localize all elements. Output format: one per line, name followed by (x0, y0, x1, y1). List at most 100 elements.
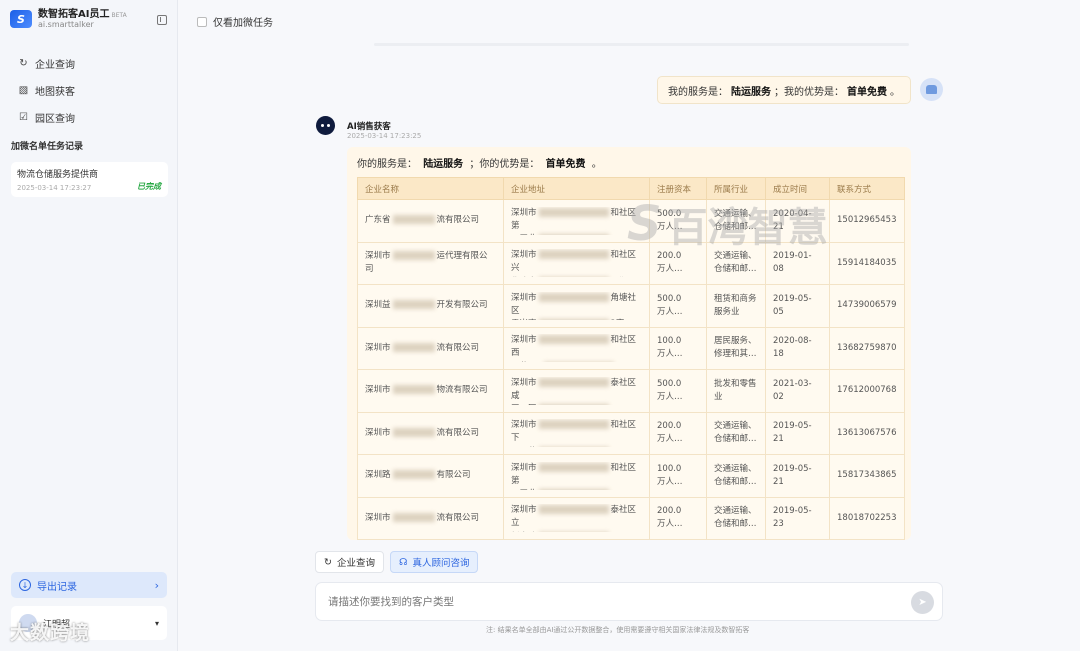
capital-cell: 200.0 万人… (649, 411, 707, 455)
refresh-icon: ↻ (324, 556, 332, 568)
quick-label: 企业查询 (336, 558, 375, 569)
company-name-part: 深圳市 (365, 251, 391, 262)
industry-part: 服务业 (714, 306, 740, 317)
chat-main: 仅看加微任务 我的服务是： 陆运服务 ；我的优势是： 首单免费 。 AI销售获客… (179, 0, 1080, 651)
export-records-button[interactable]: ↓ 导出记录 › (11, 572, 167, 598)
company-name-cell[interactable]: 深圳市 运代理有限公司 (357, 241, 504, 285)
redacted-mask (392, 342, 435, 352)
sidebar-item-company-query[interactable]: ↻ 企业查询 (18, 50, 75, 77)
msg-text: 。 (591, 159, 602, 170)
phone-cell[interactable]: 13613067576 (829, 411, 905, 455)
redacted-mask (392, 470, 435, 480)
table-row: 深圳路有限公司深圳市和社区第一工业100.0万人…交通运输、仓储和邮…2019-… (357, 454, 905, 498)
industry-part: 交通运输、 (714, 208, 757, 219)
column-header: 企业名称 (357, 177, 504, 200)
capital-value: 200.0 (657, 506, 682, 517)
msg-advantage: 首单免费 (545, 159, 586, 170)
sidebar-nav: ↻ 企业查询 ▧ 地图获客 ☑ 园区查询 (18, 50, 75, 131)
sidebar-collapse-icon[interactable] (157, 15, 167, 25)
table-header-row: 企业名称 企业地址 注册资本 所属行业 成立时间 联系方式 (357, 177, 905, 200)
chevron-right-icon: › (154, 578, 159, 592)
address-part: 深圳市 (511, 250, 537, 261)
address-cell: 深圳市和社区兴华路南一期A… (503, 241, 650, 285)
company-name-cell[interactable]: 深圳益 开发有限公司 (357, 284, 504, 328)
founded-date-cell: 2019-05-21 (765, 411, 830, 455)
phone-cell[interactable]: 15817343865 (829, 454, 905, 498)
redacted-mask (538, 292, 609, 302)
brand[interactable]: S 数智拓客AI员工 BETA ai.smarttalker (10, 9, 127, 29)
capital-unit: 万人… (657, 306, 683, 317)
phone-cell[interactable]: 14739006579 (829, 284, 905, 328)
address-part: 一期A… (611, 277, 642, 278)
table-row: 深圳市运代理有限公司深圳市和社区兴华路南一期A…200.0万人…交通运输、仓储和… (357, 241, 905, 285)
company-name-part: 深圳市 (365, 512, 391, 523)
bot-eye-icon (327, 124, 330, 127)
redacted-mask (538, 250, 609, 260)
address-cell: 深圳市泰社区立新南路 (503, 496, 650, 540)
redacted-mask (392, 427, 435, 437)
industry-part: 租赁和商务 (714, 293, 757, 304)
company-name-cell[interactable]: 深圳市 流有限公司 (357, 411, 504, 455)
industry-cell: 交通运输、 仓储和邮… (706, 496, 766, 540)
sidebar-item-map-acquire[interactable]: ▧ 地图获客 (18, 77, 75, 104)
industry-part: 交通运输、 (714, 463, 757, 474)
redacted-mask (538, 505, 609, 515)
task-record-item[interactable]: 物流仓储服务提供商 2025-03-14 17:23:27 已完成 (11, 162, 168, 197)
address-part: 2室 (611, 319, 625, 320)
quick-label: 真人顾问咨询 (412, 558, 470, 569)
quick-human-consult-button[interactable]: ☊ 真人顾问咨询 (390, 551, 479, 573)
results-table: 企业名称 企业地址 注册资本 所属行业 成立时间 联系方式 广东省 流有限公司 深圳… (357, 177, 905, 540)
phone-cell[interactable]: 15914184035 (829, 241, 905, 285)
task-name: 物流仓储服务提供商 (17, 170, 99, 180)
industry-cell: 交通运输、仓储和邮… (706, 199, 766, 243)
address-part: 一工业 (511, 489, 537, 490)
msg-text: 我的服务是： (668, 86, 728, 98)
company-name-part: 深圳市 (365, 427, 391, 438)
company-name-cell[interactable]: 深圳市 流有限公司 (357, 496, 504, 540)
sidebar-item-park-query[interactable]: ☑ 园区查询 (18, 104, 75, 131)
export-label: 导出记录 (37, 581, 77, 593)
company-name-cell[interactable]: 深圳路 有限公司 (357, 454, 504, 498)
sidebar-item-label: 企业查询 (35, 60, 75, 71)
quick-company-query-button[interactable]: ↻ 企业查询 (315, 551, 384, 573)
redacted-mask (538, 446, 609, 448)
bot-eye-icon (321, 124, 324, 127)
bot-intro: 你的服务是： 陆运服务 ；你的优势是： 首单免费 。 (357, 155, 602, 170)
filter-checkbox[interactable] (197, 16, 207, 27)
redacted-mask (538, 276, 609, 278)
send-button[interactable]: ➤ (911, 591, 934, 614)
company-name-cell[interactable]: 深圳市 物流有限公司 (357, 369, 504, 413)
company-name-cell[interactable]: 深圳市 流有限公司 (357, 326, 504, 370)
redacted-mask (392, 251, 435, 261)
phone-cell[interactable]: 13682759870 (829, 326, 905, 370)
industry-part: 仓储和邮… (714, 476, 757, 487)
msg-text: ；你的优势是： (469, 159, 540, 170)
phone-cell[interactable]: 15012965453 (829, 199, 905, 243)
sidebar-item-label: 地图获客 (35, 87, 75, 98)
checklist-icon: ☑ (19, 112, 28, 123)
phone-cell[interactable]: 17612000768 (829, 369, 905, 413)
company-name-cell[interactable]: 广东省 流有限公司 (357, 199, 504, 243)
filter-toggle[interactable]: 仅看加微任务 (197, 14, 273, 29)
table-row: 深圳益开发有限公司深圳市角塘社区雪岗南2室500.0万人…租赁和商务服务业201… (357, 284, 905, 328)
bot-message-card: 你的服务是： 陆运服务 ；你的优势是： 首单免费 。 企业名称 企业地址 注册资… (347, 147, 911, 540)
capital-unit: 万人… (657, 349, 683, 360)
chat-input-box: ➤ (315, 582, 943, 621)
company-name-part: 流有限公司 (436, 427, 480, 438)
capital-unit: 万人… (657, 434, 683, 445)
redacted-mask (392, 215, 435, 225)
caret-down-icon: ▾ (154, 618, 159, 628)
company-name-part: 深圳市 (365, 385, 391, 396)
msg-service: 陆运服务 (731, 86, 771, 98)
capital-unit: 万人… (657, 264, 683, 275)
bot-name: AI销售获客 (347, 122, 391, 132)
industry-cell: 居民服务、 修理和其… (706, 326, 766, 370)
address-part: 深圳市 (511, 207, 537, 218)
capital-value: 500.0 (657, 208, 682, 219)
industry-part: 仓储和邮… (714, 221, 757, 232)
chat-input[interactable] (316, 583, 876, 620)
founded-date-cell: 2019-05-21 (765, 454, 830, 498)
industry-part: 交通运输、 (714, 506, 757, 517)
phone-cell[interactable]: 18018702253 (829, 496, 905, 540)
industry-part: 仓储和邮… (714, 434, 757, 445)
